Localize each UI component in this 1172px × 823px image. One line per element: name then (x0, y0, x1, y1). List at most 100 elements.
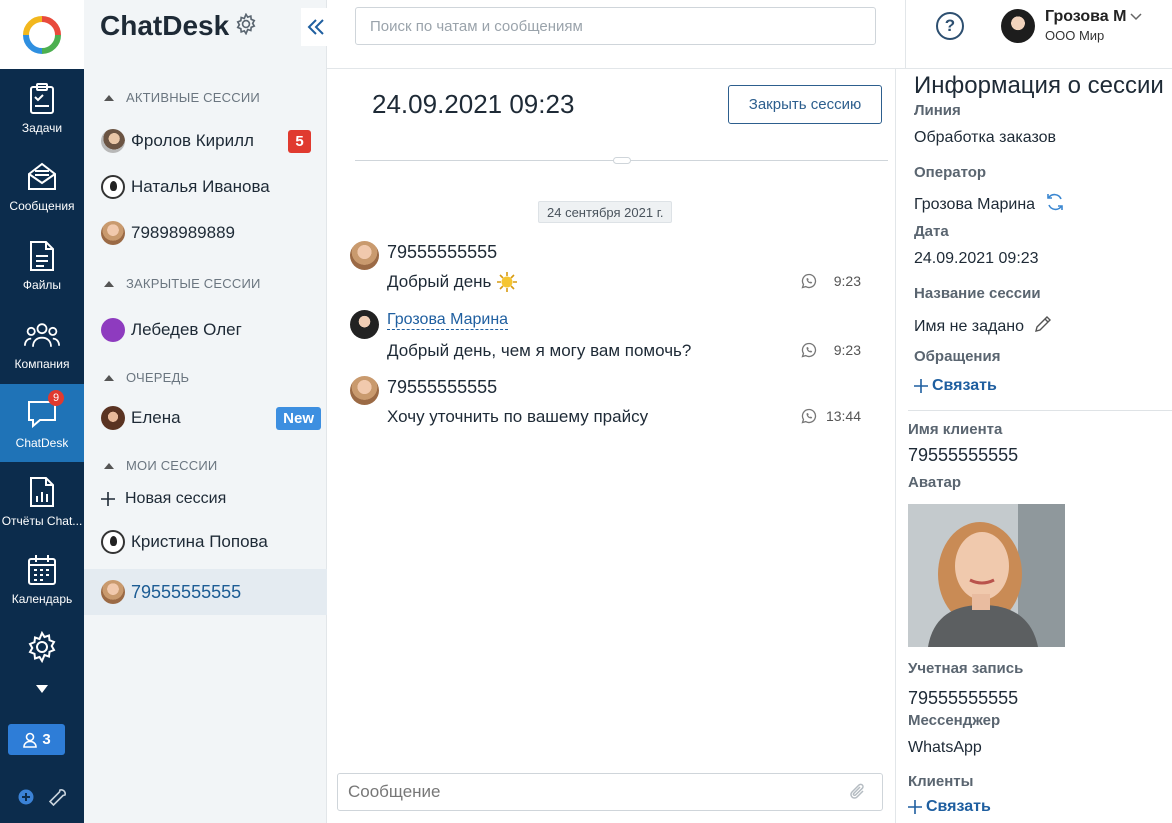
chat-area: 24.09.2021 09:23 Закрыть сессию 24 сентя… (327, 69, 896, 823)
refresh-icon[interactable] (1045, 193, 1065, 216)
session-item[interactable]: Лебедев Олег (84, 307, 327, 353)
user-icon (23, 732, 38, 748)
avatar (101, 318, 125, 342)
rail-item-label: Задачи (21, 121, 63, 135)
client-name-label: Имя клиента (908, 421, 1003, 438)
operator-value: Грозова Марина (914, 193, 1065, 216)
user-name: Грозова М (1045, 8, 1142, 26)
rail-item-settings[interactable] (0, 610, 84, 684)
group-active-sessions[interactable]: АКТИВНЫЕ СЕССИИ (104, 90, 260, 105)
session-item[interactable]: Фролов Кирилл 5 (84, 118, 327, 164)
rail-item-label: Файлы (22, 278, 62, 292)
session-name-value: Имя не задано (914, 315, 1052, 338)
paperclip-icon[interactable] (850, 783, 866, 806)
avatar (101, 129, 125, 153)
message-text: Добрый день, чем я могу вам помочь? (387, 341, 692, 360)
rail-item-calendar[interactable]: Календарь (0, 540, 84, 618)
message-time: 13:44 (825, 408, 861, 424)
chat-title: 24.09.2021 09:23 (372, 89, 575, 119)
new-session-button[interactable]: Новая сессия (101, 490, 226, 508)
add-circle-icon[interactable] (18, 789, 34, 810)
online-users-button[interactable]: 3 (8, 724, 65, 755)
pencil-icon[interactable] (1034, 315, 1052, 338)
rail-item-messages[interactable]: Сообщения (0, 147, 84, 225)
rail-item-reports[interactable]: Отчёты Chat... (0, 462, 84, 540)
date-value: 24.09.2021 09:23 (914, 250, 1039, 267)
double-chevron-left-icon (307, 19, 324, 35)
link-clients-button[interactable]: Связать (908, 798, 991, 816)
whatsapp-icon (801, 273, 817, 289)
people-icon (24, 317, 60, 353)
resize-handle[interactable] (613, 157, 631, 164)
rail-item-company[interactable]: Компания (0, 305, 84, 383)
brand: ChatDesk (100, 10, 257, 42)
message: 79555555555 Добрый день 9:23 (350, 238, 870, 298)
session-name: Лебедев Олег (131, 320, 242, 339)
rail-item-files[interactable]: Файлы (0, 226, 84, 304)
envelope-icon (24, 159, 60, 195)
brand-title: ChatDesk (100, 10, 230, 41)
question-icon: ? (944, 16, 956, 35)
message-time: 9:23 (833, 273, 861, 289)
session-item[interactable]: 79898989889 (84, 210, 327, 256)
session-item-selected[interactable]: 79555555555 (84, 569, 327, 615)
app-logo[interactable] (0, 0, 84, 69)
message-author-link[interactable]: Грозова Марина (387, 311, 509, 330)
group-closed-sessions[interactable]: ЗАКРЫТЫЕ СЕССИИ (104, 276, 261, 291)
rail-item-label: Отчёты Chat... (1, 514, 83, 528)
rail-item-tasks[interactable]: Задачи (0, 69, 84, 147)
left-rail: Задачи Сообщения Файлы Компания 9 ChatDe… (0, 0, 84, 823)
date-separator: 24 сентября 2021 г. (538, 201, 673, 223)
message-text-body: Добрый день (387, 272, 492, 291)
session-item[interactable]: Елена New (84, 395, 327, 441)
avatar (101, 406, 125, 430)
calendar-icon (24, 552, 60, 588)
sun-emoji (497, 272, 518, 292)
plus-icon (914, 379, 928, 393)
new-session-label: Новая сессия (125, 490, 227, 507)
wrench-icon[interactable] (48, 788, 67, 811)
group-title-text: ОЧЕРЕДЬ (126, 370, 190, 385)
session-name: Наталья Иванова (131, 177, 270, 196)
group-queue[interactable]: ОЧЕРЕДЬ (104, 370, 189, 385)
group-title-text: АКТИВНЫЕ СЕССИИ (126, 90, 260, 105)
close-session-button[interactable]: Закрыть сессию (728, 85, 882, 124)
rail-item-chatdesk[interactable]: 9 ChatDesk (0, 384, 84, 462)
message-author: 79555555555 (387, 377, 498, 397)
session-name: Кристина Попова (131, 532, 268, 551)
session-name: Елена (131, 408, 181, 427)
rail-item-label: Компания (14, 357, 70, 371)
session-item[interactable]: Кристина Попова (84, 519, 327, 565)
message-time: 9:23 (833, 342, 861, 358)
session-item[interactable]: Наталья Иванова (84, 164, 327, 210)
gear-icon[interactable] (235, 12, 257, 40)
group-title-text: МОИ СЕССИИ (126, 458, 218, 473)
group-title-text: ЗАКРЫТЫЕ СЕССИИ (126, 276, 261, 291)
user-menu[interactable]: Грозова М ООО Мир (1001, 8, 1142, 43)
link-requests-button[interactable]: Связать (914, 377, 997, 395)
search-input[interactable] (355, 7, 876, 45)
operator-label: Оператор (914, 164, 987, 181)
user-info: Грозова М ООО Мир (1045, 8, 1142, 43)
whatsapp-icon (801, 408, 817, 424)
rail-more-button[interactable] (0, 678, 84, 700)
messenger-value: WhatsApp (908, 739, 982, 756)
gear-icon (24, 629, 60, 665)
collapse-triangle-icon (104, 280, 114, 287)
messenger-label: Мессенджер (908, 712, 1001, 729)
collapse-triangle-icon (104, 94, 114, 101)
file-icon (24, 238, 60, 274)
chevron-down-icon (36, 685, 48, 693)
help-button[interactable]: ? (936, 12, 964, 40)
plus-icon (101, 492, 115, 506)
session-name-text: Имя не задано (914, 317, 1024, 335)
avatar (350, 241, 379, 270)
collapse-triangle-icon (104, 462, 114, 469)
message-input[interactable] (337, 773, 883, 811)
link-label: Связать (926, 798, 991, 815)
client-name-value: 79555555555 (908, 445, 1019, 465)
session-name-label: Название сессии (914, 285, 1041, 302)
online-users-count: 3 (42, 731, 51, 748)
whatsapp-icon (801, 342, 817, 358)
group-my-sessions[interactable]: МОИ СЕССИИ (104, 458, 217, 473)
